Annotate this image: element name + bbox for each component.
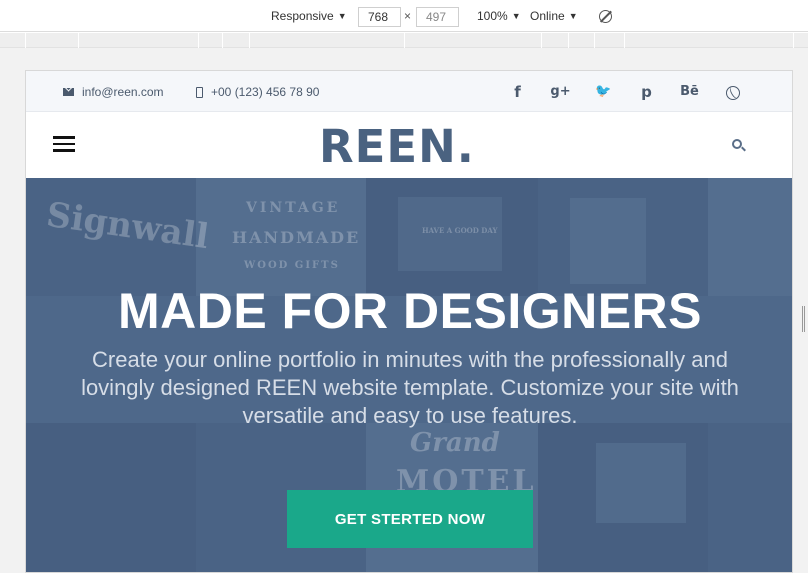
facebook-icon[interactable]: f <box>496 82 539 102</box>
network-throttle-select[interactable]: Online ▼ <box>530 9 578 23</box>
chevron-down-icon: ▼ <box>337 11 347 21</box>
network-throttle-label: Online <box>530 9 565 23</box>
main-navbar: REEN. <box>26 112 792 177</box>
mail-icon <box>63 88 74 96</box>
zoom-select[interactable]: 100% ▼ <box>477 9 521 23</box>
phone-number: +00 (123) 456 78 90 <box>211 85 320 99</box>
hero-watermark: VINTAGE <box>246 200 341 216</box>
phone-icon <box>196 86 203 98</box>
email-link[interactable]: info@reen.com <box>82 85 164 99</box>
emulated-page: info@reen.com +00 (123) 456 78 90 f g+ 🐦… <box>25 70 793 573</box>
rotate-icon[interactable] <box>599 10 612 23</box>
top-contact-bar: info@reen.com +00 (123) 456 78 90 f g+ 🐦… <box>26 71 792 112</box>
social-links: f g+ 🐦 p Bē <box>496 82 754 102</box>
media-query-ruler[interactable] <box>0 33 808 48</box>
height-input[interactable]: 497 <box>416 7 459 27</box>
hero-title: MADE FOR DESIGNERS <box>117 283 703 339</box>
hero-watermark: WOOD GIFTS <box>244 260 340 271</box>
dribbble-icon <box>725 85 740 100</box>
menu-icon[interactable] <box>53 136 75 152</box>
device-select-label: Responsive <box>271 9 334 23</box>
zoom-select-label: 100% <box>477 9 508 23</box>
device-select[interactable]: Responsive ▼ <box>271 9 347 23</box>
pinterest-icon[interactable]: p <box>625 82 668 102</box>
get-started-button[interactable]: GET STERTED NOW <box>287 490 533 548</box>
device-toolbar: Responsive ▼ 768 × 497 100% ▼ Online ▼ <box>0 0 808 32</box>
hero-subtitle: Create your online portfolio in minutes … <box>81 347 739 428</box>
dribbble-link[interactable] <box>711 82 754 102</box>
times-separator: × <box>404 9 412 23</box>
behance-icon[interactable]: Bē <box>668 82 711 102</box>
hero-watermark: HAVE A GOOD DAY <box>422 226 498 235</box>
hero-watermark: HANDMADE <box>232 228 361 247</box>
phone-contact: +00 (123) 456 78 90 <box>196 85 319 99</box>
chevron-down-icon: ▼ <box>511 11 521 21</box>
resize-handle[interactable] <box>802 306 805 332</box>
google-plus-icon[interactable]: g+ <box>539 82 582 102</box>
hero-section: Signwall VINTAGE HANDMADE WOOD GIFTS HAV… <box>26 178 792 572</box>
site-logo[interactable]: REEN. <box>319 120 475 173</box>
width-input[interactable]: 768 <box>358 7 401 27</box>
search-icon[interactable] <box>732 139 742 149</box>
hero-watermark: Grand <box>410 428 500 458</box>
email-contact[interactable]: info@reen.com <box>63 85 164 99</box>
chevron-down-icon: ▼ <box>568 11 578 21</box>
twitter-icon[interactable]: 🐦 <box>582 82 625 102</box>
